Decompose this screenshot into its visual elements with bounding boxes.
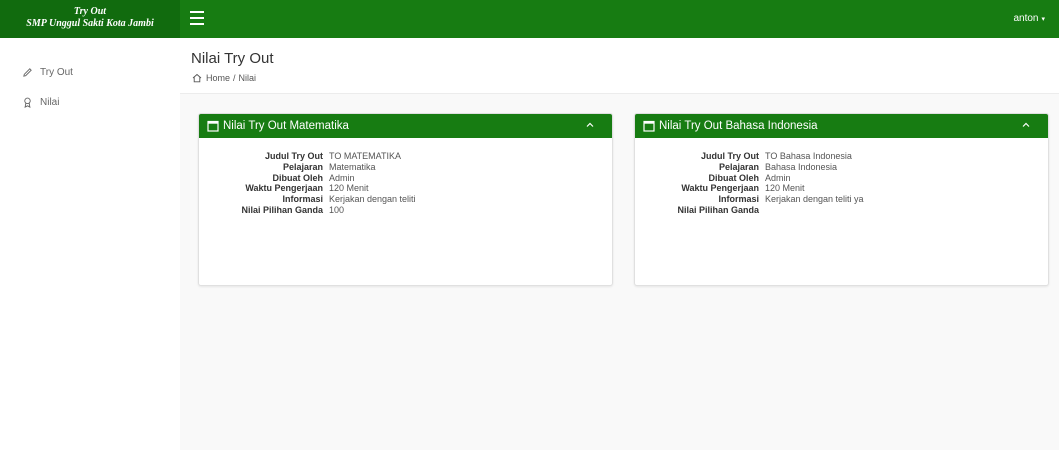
value-informasi: Kerjakan dengan teliti [329, 194, 416, 205]
caret-down-icon: ▾ [1041, 16, 1045, 23]
value-nilai: 100 [329, 204, 345, 215]
sidebar-item-nilai[interactable]: Nilai [22, 97, 59, 108]
brand-logo[interactable]: Try Out SMP Unggul Sakti Kota Jambi [0, 0, 180, 38]
pencil-icon [23, 68, 32, 77]
chevron-up-icon[interactable] [584, 119, 596, 131]
card-title: Nilai Try Out Matematika [223, 120, 349, 132]
value-waktu: 120 Menit [329, 183, 369, 194]
label-waktu: Waktu Pengerjaan [245, 183, 323, 194]
hamburger-menu-icon[interactable] [190, 11, 204, 25]
calendar-icon [207, 120, 219, 132]
label-dibuat-oleh: Dibuat Oleh [708, 172, 759, 183]
card-matematika: Nilai Try Out Matematika Judul Try Out TO… [198, 113, 613, 286]
page-title: Nilai Try Out [191, 50, 274, 67]
user-dropdown[interactable]: anton ▾ [1013, 13, 1045, 24]
label-nilai: Nilai Pilihan Ganda [241, 204, 323, 215]
award-icon [24, 97, 31, 108]
label-judul: Judul Try Out [700, 151, 759, 161]
breadcrumb: Home / Nilai [192, 73, 256, 83]
value-pelajaran: Bahasa Indonesia [765, 161, 838, 172]
card-bahasa-indonesia: Nilai Try Out Bahasa Indonesia Judul Try… [634, 113, 1049, 286]
card-body: Judul Try Out TO MATEMATIKA Pelajaran Mate… [199, 138, 612, 216]
brand-line-2: SMP Unggul Sakti Kota Jambi [26, 18, 154, 29]
calendar-icon [643, 120, 655, 132]
label-dibuat-oleh: Dibuat Oleh [272, 172, 323, 183]
sidebar-item-try-out[interactable]: Try Out [22, 67, 73, 78]
top-navbar: Try Out SMP Unggul Sakti Kota Jambi anto… [0, 0, 1059, 38]
value-judul: TO MATEMATIKA [329, 151, 402, 161]
user-name: anton [1013, 13, 1039, 24]
card-header: Nilai Try Out Matematika [199, 114, 612, 138]
chevron-up-icon[interactable] [1020, 119, 1032, 131]
label-informasi: Informasi [718, 194, 759, 205]
card-body: Judul Try Out TO Bahasa Indonesia Pelajar… [635, 138, 1048, 216]
value-dibuat-oleh: Admin [765, 172, 791, 183]
label-pelajaran: Pelajaran [718, 161, 759, 172]
breadcrumb-home[interactable]: Home [206, 73, 230, 83]
sidebar-item-label: Nilai [40, 97, 60, 108]
breadcrumb-current: Nilai [238, 73, 257, 83]
page-header: Nilai Try Out Home / Nilai [180, 38, 1059, 94]
label-judul: Judul Try Out [264, 151, 323, 161]
value-informasi: Kerjakan dengan teliti ya [765, 194, 864, 205]
brand-line-1: Try Out [73, 6, 107, 17]
sidebar-item-label: Try Out [40, 67, 73, 78]
label-informasi: Informasi [282, 194, 323, 205]
home-icon [192, 73, 202, 83]
breadcrumb-separator: / [233, 73, 236, 83]
value-judul: TO Bahasa Indonesia [765, 151, 852, 161]
value-waktu: 120 Menit [765, 183, 805, 194]
label-nilai: Nilai Pilihan Ganda [677, 204, 759, 215]
value-pelajaran: Matematika [329, 161, 376, 172]
value-dibuat-oleh: Admin [329, 172, 355, 183]
label-pelajaran: Pelajaran [282, 161, 323, 172]
card-title: Nilai Try Out Bahasa Indonesia [659, 120, 818, 132]
sidebar: Try Out Nilai [0, 38, 180, 450]
label-waktu: Waktu Pengerjaan [681, 183, 759, 194]
card-header: Nilai Try Out Bahasa Indonesia [635, 114, 1048, 138]
